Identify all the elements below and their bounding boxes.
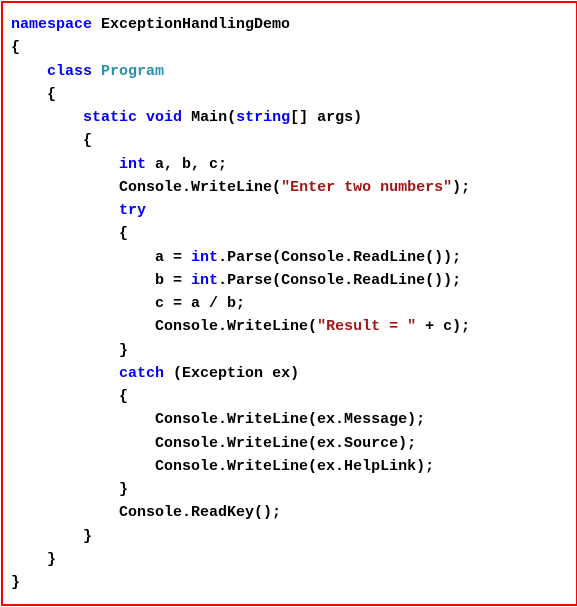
code-block: namespace ExceptionHandlingDemo { class … <box>1 1 577 606</box>
brace-close: } <box>119 342 128 359</box>
keyword-static: static <box>83 109 137 126</box>
keyword-string: string <box>236 109 290 126</box>
brace-open: { <box>119 225 128 242</box>
keyword-try: try <box>119 202 146 219</box>
keyword-int: int <box>191 272 218 289</box>
keyword-catch: catch <box>119 365 164 382</box>
console-writeline: Console.WriteLine( <box>155 318 317 335</box>
ex-helplink: Console.WriteLine(ex.HelpLink); <box>155 458 434 475</box>
string-literal: "Enter two numbers" <box>281 179 452 196</box>
string-literal: "Result = " <box>317 318 416 335</box>
keyword-int: int <box>119 156 146 173</box>
class-name: Program <box>101 63 164 80</box>
brace-open: { <box>11 39 20 56</box>
catch-params: (Exception ex) <box>164 365 299 382</box>
brace-open: { <box>119 388 128 405</box>
close-semi: ); <box>452 179 470 196</box>
ex-message: Console.WriteLine(ex.Message); <box>155 411 425 428</box>
console-readkey: Console.ReadKey(); <box>119 504 281 521</box>
assign-a: a = <box>155 249 191 266</box>
namespace-name: ExceptionHandlingDemo <box>92 16 290 33</box>
brace-open: { <box>47 86 56 103</box>
parse-call: .Parse(Console.ReadLine()); <box>218 249 461 266</box>
brace-close: } <box>11 574 20 591</box>
var-decl: a, b, c; <box>146 156 227 173</box>
keyword-int: int <box>191 249 218 266</box>
concat-c: + c); <box>416 318 470 335</box>
ex-source: Console.WriteLine(ex.Source); <box>155 435 416 452</box>
brace-close: } <box>47 551 56 568</box>
main-params: [] args) <box>290 109 362 126</box>
method-main: Main( <box>182 109 236 126</box>
assign-b: b = <box>155 272 191 289</box>
keyword-namespace: namespace <box>11 16 92 33</box>
keyword-void: void <box>146 109 182 126</box>
brace-open: { <box>83 132 92 149</box>
console-writeline: Console.WriteLine( <box>119 179 281 196</box>
brace-close: } <box>83 528 92 545</box>
division-line: c = a / b; <box>155 295 245 312</box>
keyword-class: class <box>47 63 92 80</box>
parse-call: .Parse(Console.ReadLine()); <box>218 272 461 289</box>
brace-close: } <box>119 481 128 498</box>
